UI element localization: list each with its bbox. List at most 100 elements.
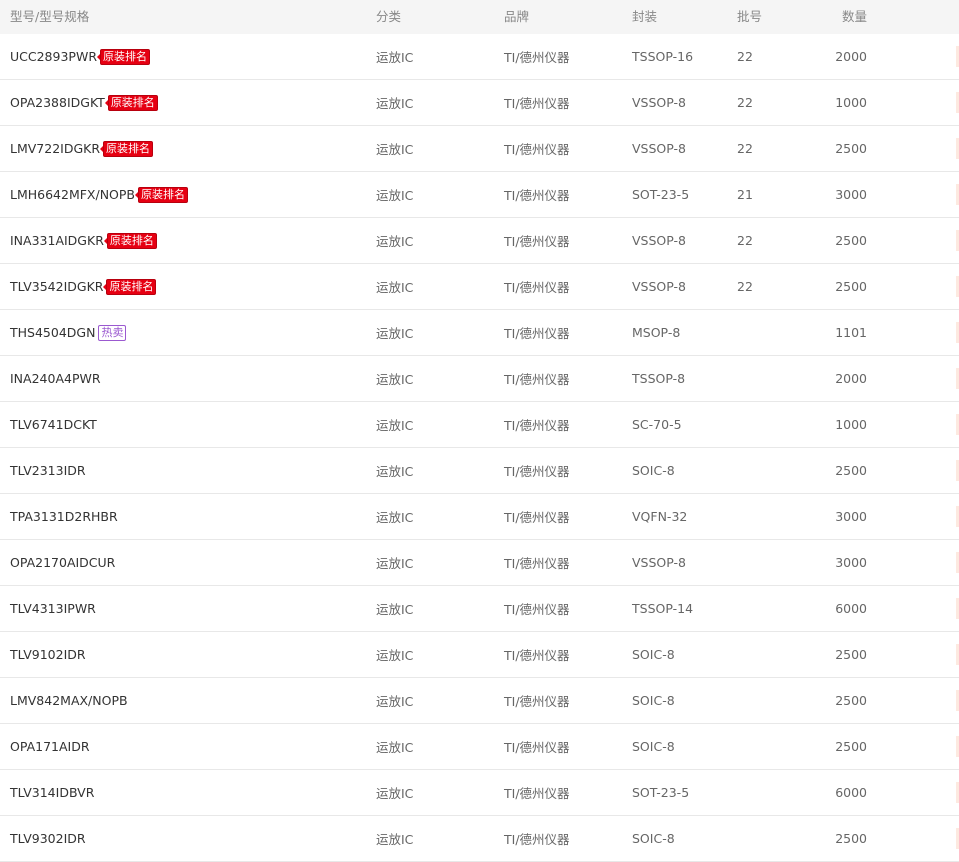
model-link[interactable]: TLV9102IDR [10,647,86,662]
header-package: 封装 [632,9,658,24]
model-cell: TLV6741DCKT [10,402,97,447]
model-cell: OPA2388IDGKT 原装排名 [10,80,158,125]
original-ranking-badge: 原装排名 [135,186,189,203]
quantity-cell: 2500 [835,647,867,662]
table-row[interactable]: OPA171AIDR 运放IC TI/德州仪器 SOIC-8 2500 [0,724,959,770]
model-link[interactable]: TPA3131D2RHBR [10,509,118,524]
model-cell: TLV9102IDR [10,632,86,677]
package-cell: SOIC-8 [632,463,675,478]
brand-cell: TI/德州仪器 [504,602,570,617]
package-cell: MSOP-8 [632,325,681,340]
header-category: 分类 [376,9,402,24]
original-ranking-badge: 原装排名 [100,140,154,157]
table-row[interactable]: TLV6741DCKT 运放IC TI/德州仪器 SC-70-5 1000 [0,402,959,448]
model-link[interactable]: LMV842MAX/NOPB [10,693,128,708]
brand-cell: TI/德州仪器 [504,188,570,203]
model-link[interactable]: TLV314IDBVR [10,785,94,800]
brand-cell: TI/德州仪器 [504,556,570,571]
category-cell: 运放IC [376,326,414,341]
brand-cell: TI/德州仪器 [504,694,570,709]
header-quantity: 数量 [841,9,867,24]
model-cell: OPA171AIDR [10,724,90,769]
category-cell: 运放IC [376,234,414,249]
package-cell: SC-70-5 [632,417,682,432]
product-table: 型号/型号规格 分类 品牌 封装 批号 数量 UCC2893PWR 原装排名 运放I… [0,0,959,862]
table-row[interactable]: INA331AIDGKR 原装排名 运放IC TI/德州仪器 VSSOP-8 22 2500 [0,218,959,264]
category-cell: 运放IC [376,556,414,571]
model-cell: TPA3131D2RHBR [10,494,118,539]
model-link[interactable]: LMH6642MFX/NOPB [10,187,135,202]
brand-cell: TI/德州仪器 [504,740,570,755]
model-cell: TLV3542IDGKR 原装排名 [10,264,157,309]
table-row[interactable]: LMV842MAX/NOPB 运放IC TI/德州仪器 SOIC-8 2500 [0,678,959,724]
brand-cell: TI/德州仪器 [504,234,570,249]
original-ranking-badge: 原装排名 [97,48,150,65]
quantity-cell: 1101 [835,325,867,340]
table-body: UCC2893PWR 原装排名 运放IC TI/德州仪器 TSSOP-16 22 2000 O… [0,34,959,862]
header-model: 型号/型号规格 [10,9,90,24]
table-row[interactable]: TLV9102IDR 运放IC TI/德州仪器 SOIC-8 2500 [0,632,959,678]
table-row[interactable]: TLV4313IPWR 运放IC TI/德州仪器 TSSOP-14 6000 [0,586,959,632]
brand-cell: TI/德州仪器 [504,832,570,847]
brand-cell: TI/德州仪器 [504,648,570,663]
model-link[interactable]: LMV722IDGKR [10,141,100,156]
model-cell: LMH6642MFX/NOPB 原装排名 [10,172,189,217]
brand-cell: TI/德州仪器 [504,142,570,157]
table-header: 型号/型号规格 分类 品牌 封装 批号 数量 [0,0,959,34]
model-link[interactable]: OPA171AIDR [10,739,90,754]
model-link[interactable]: TLV9302IDR [10,831,86,846]
table-row[interactable]: THS4504DGN 热卖 运放IC TI/德州仪器 MSOP-8 1101 [0,310,959,356]
model-cell: TLV2313IDR [10,448,86,493]
table-row[interactable]: UCC2893PWR 原装排名 运放IC TI/德州仪器 TSSOP-16 22 2000 [0,34,959,80]
quantity-cell: 2500 [835,693,867,708]
model-link[interactable]: TLV4313IPWR [10,601,96,616]
table-row[interactable]: TLV9302IDR 运放IC TI/德州仪器 SOIC-8 2500 [0,816,959,862]
package-cell: TSSOP-14 [632,601,694,616]
table-row[interactable]: TPA3131D2RHBR 运放IC TI/德州仪器 VQFN-32 3000 [0,494,959,540]
model-cell: TLV9302IDR [10,816,86,861]
quantity-cell: 1000 [835,417,867,432]
category-cell: 运放IC [376,418,414,433]
quantity-cell: 3000 [835,187,867,202]
package-cell: VSSOP-8 [632,555,686,570]
model-cell: INA240A4PWR [10,356,101,401]
model-link[interactable]: OPA2388IDGKT [10,95,105,110]
brand-cell: TI/德州仪器 [504,464,570,479]
quantity-cell: 2500 [835,279,867,294]
model-link[interactable]: OPA2170AIDCUR [10,555,115,570]
package-cell: VSSOP-8 [632,233,686,248]
brand-cell: TI/德州仪器 [504,96,570,111]
quantity-cell: 3000 [835,555,867,570]
original-ranking-badge: 原装排名 [103,278,157,295]
brand-cell: TI/德州仪器 [504,326,570,341]
table-row[interactable]: TLV314IDBVR 运放IC TI/德州仪器 SOT-23-5 6000 [0,770,959,816]
model-link[interactable]: INA240A4PWR [10,371,101,386]
brand-cell: TI/德州仪器 [504,418,570,433]
model-link[interactable]: TLV3542IDGKR [10,279,103,294]
table-row[interactable]: OPA2170AIDCUR 运放IC TI/德州仪器 VSSOP-8 3000 [0,540,959,586]
model-link[interactable]: UCC2893PWR [10,49,97,64]
category-cell: 运放IC [376,694,414,709]
table-row[interactable]: TLV3542IDGKR 原装排名 运放IC TI/德州仪器 VSSOP-8 22 2500 [0,264,959,310]
model-link[interactable]: TLV6741DCKT [10,417,97,432]
quantity-cell: 2500 [835,463,867,478]
quantity-cell: 2000 [835,49,867,64]
category-cell: 运放IC [376,832,414,847]
table-row[interactable]: LMV722IDGKR 原装排名 运放IC TI/德州仪器 VSSOP-8 22 2500 [0,126,959,172]
model-link[interactable]: THS4504DGN [10,325,95,340]
table-row[interactable]: TLV2313IDR 运放IC TI/德州仪器 SOIC-8 2500 [0,448,959,494]
category-cell: 运放IC [376,740,414,755]
package-cell: SOT-23-5 [632,785,690,800]
table-row[interactable]: LMH6642MFX/NOPB 原装排名 运放IC TI/德州仪器 SOT-23-5 21… [0,172,959,218]
model-cell: OPA2170AIDCUR [10,540,115,585]
hot-sale-badge: 热卖 [98,324,127,341]
table-row[interactable]: INA240A4PWR 运放IC TI/德州仪器 TSSOP-8 2000 [0,356,959,402]
quantity-cell: 2500 [835,233,867,248]
package-cell: VSSOP-8 [632,279,686,294]
model-link[interactable]: TLV2313IDR [10,463,86,478]
model-cell: TLV4313IPWR [10,586,96,631]
category-cell: 运放IC [376,464,414,479]
model-link[interactable]: INA331AIDGKR [10,233,104,248]
table-row[interactable]: OPA2388IDGKT 原装排名 运放IC TI/德州仪器 VSSOP-8 22 1000 [0,80,959,126]
category-cell: 运放IC [376,50,414,65]
